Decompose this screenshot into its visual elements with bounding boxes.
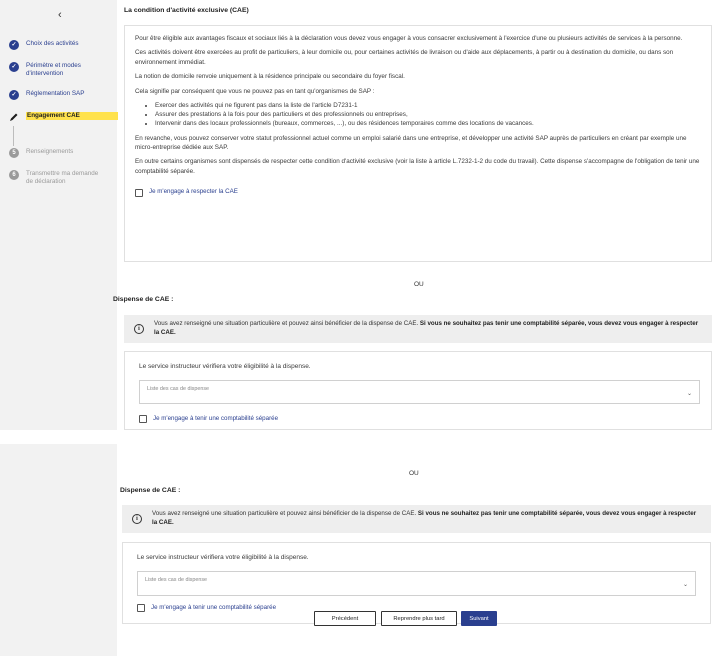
dispense-box: Le service instructeur vérifiera votre é… xyxy=(124,351,712,430)
step-choix-activites[interactable]: ✓ Choix des activités xyxy=(9,40,118,50)
dispense-intro: Le service instructeur vérifiera votre é… xyxy=(139,363,311,370)
check-circle-icon: ✓ xyxy=(9,90,19,100)
cae-paragraph: Ces activités doivent être exercées au p… xyxy=(135,49,674,66)
chevron-down-icon: ⌄ xyxy=(682,582,688,588)
or-separator: OU xyxy=(414,281,424,288)
dispense-case-select[interactable]: Liste des cas de dispense ⌄ xyxy=(137,571,696,596)
back-chevron-icon[interactable]: ‹ xyxy=(58,8,62,24)
form-view-bottom: OU Dispense de CAE : i Vous avez renseig… xyxy=(0,444,716,656)
step-renseignements: 5 Renseignements xyxy=(9,148,118,158)
step-label: Transmettre ma demande de déclaration xyxy=(26,170,99,186)
step-label: Périmètre et modes d'intervention xyxy=(26,62,81,78)
stepper-sidebar: ‹ ✓ Choix des activités ✓ Périmètre et m… xyxy=(0,0,118,430)
separate-accounting-checkbox[interactable] xyxy=(139,415,147,424)
info-icon: i xyxy=(134,324,144,334)
main-content: La condition d'activité exclusive (CAE) … xyxy=(113,0,716,430)
check-circle-icon: ✓ xyxy=(9,40,19,50)
form-view-top: ‹ ✓ Choix des activités ✓ Périmètre et m… xyxy=(0,0,716,430)
cae-info-box: Pour être éligible aux avantages fiscaux… xyxy=(124,25,712,262)
step-perimetre[interactable]: ✓ Périmètre et modes d'intervention xyxy=(9,62,118,78)
chevron-down-icon: ⌄ xyxy=(686,391,692,397)
cae-paragraph: En revanche, vous pouvez conserver votre… xyxy=(135,134,687,151)
step-label: Choix des activités xyxy=(26,40,79,47)
cae-commit-row[interactable]: Je m'engage à respecter la CAE xyxy=(135,188,701,197)
step-label: Renseignements xyxy=(26,148,74,155)
alert-text-normal: Vous avez renseigné une situation partic… xyxy=(154,320,419,328)
list-item: Intervenir dans des locaux professionnel… xyxy=(155,119,701,128)
alert-text-normal: Vous avez renseigné une situation partic… xyxy=(152,510,417,518)
dispense-title: Dispense de CAE : xyxy=(113,296,174,303)
dispense-title: Dispense de CAE : xyxy=(120,487,181,494)
dispense-intro: Le service instructeur vérifiera votre é… xyxy=(137,554,309,561)
wizard-navigation: Précédent Reprendre plus tard Suivant xyxy=(0,611,716,627)
step-engagement-cae[interactable]: Engagement CAE xyxy=(9,112,118,122)
separate-accounting-label[interactable]: Je m'engage à tenir une comptabilité sép… xyxy=(153,415,278,424)
list-item: Exercer des activités qui ne figurent pa… xyxy=(155,101,701,110)
cae-paragraph: Pour être éligible aux avantages fiscaux… xyxy=(135,35,683,42)
cae-commit-label[interactable]: Je m'engage à respecter la CAE xyxy=(149,188,238,197)
select-placeholder: Liste des cas de dispense xyxy=(145,577,208,583)
step-transmettre: 6 Transmettre ma demande de déclaration xyxy=(9,170,106,186)
cae-paragraph: En outre certains organismes sont dispen… xyxy=(135,158,700,175)
step-label: Réglementation SAP xyxy=(26,90,85,97)
alert-text: Vous avez renseigné une situation partic… xyxy=(152,510,701,528)
list-item: Assurer des prestations à la fois pour d… xyxy=(155,110,701,119)
step-label-active: Engagement CAE xyxy=(26,112,118,121)
cae-commit-checkbox[interactable] xyxy=(135,188,143,197)
check-circle-icon: ✓ xyxy=(9,62,19,72)
step-connector xyxy=(13,126,14,146)
info-icon: i xyxy=(132,514,142,524)
dispense-alert: i Vous avez renseigné une situation part… xyxy=(124,315,712,343)
step-number-badge: 5 xyxy=(9,148,19,158)
step-number-badge: 6 xyxy=(9,170,19,180)
cae-restrictions-list: Exercer des activités qui ne figurent pa… xyxy=(155,101,701,128)
select-placeholder: Liste des cas de dispense xyxy=(147,386,210,392)
or-separator: OU xyxy=(409,470,419,477)
save-later-button[interactable]: Reprendre plus tard xyxy=(381,611,457,626)
dispense-alert: i Vous avez renseigné une situation part… xyxy=(122,505,711,533)
cae-paragraph: La notion de domicile renvoie uniquement… xyxy=(135,73,405,81)
previous-button[interactable]: Précédent xyxy=(314,611,376,626)
cae-section-title: La condition d'activité exclusive (CAE) xyxy=(124,7,249,14)
step-reglementation[interactable]: ✓ Réglementation SAP xyxy=(9,90,118,100)
pencil-icon xyxy=(10,113,18,121)
next-button[interactable]: Suivant xyxy=(461,611,497,626)
alert-text: Vous avez renseigné une situation partic… xyxy=(154,320,702,338)
cae-paragraph: Cela signifie par conséquent que vous ne… xyxy=(135,87,375,95)
dispense-case-select[interactable]: Liste des cas de dispense ⌄ xyxy=(139,380,700,404)
separate-accounting-row[interactable]: Je m'engage à tenir une comptabilité sép… xyxy=(139,415,278,424)
